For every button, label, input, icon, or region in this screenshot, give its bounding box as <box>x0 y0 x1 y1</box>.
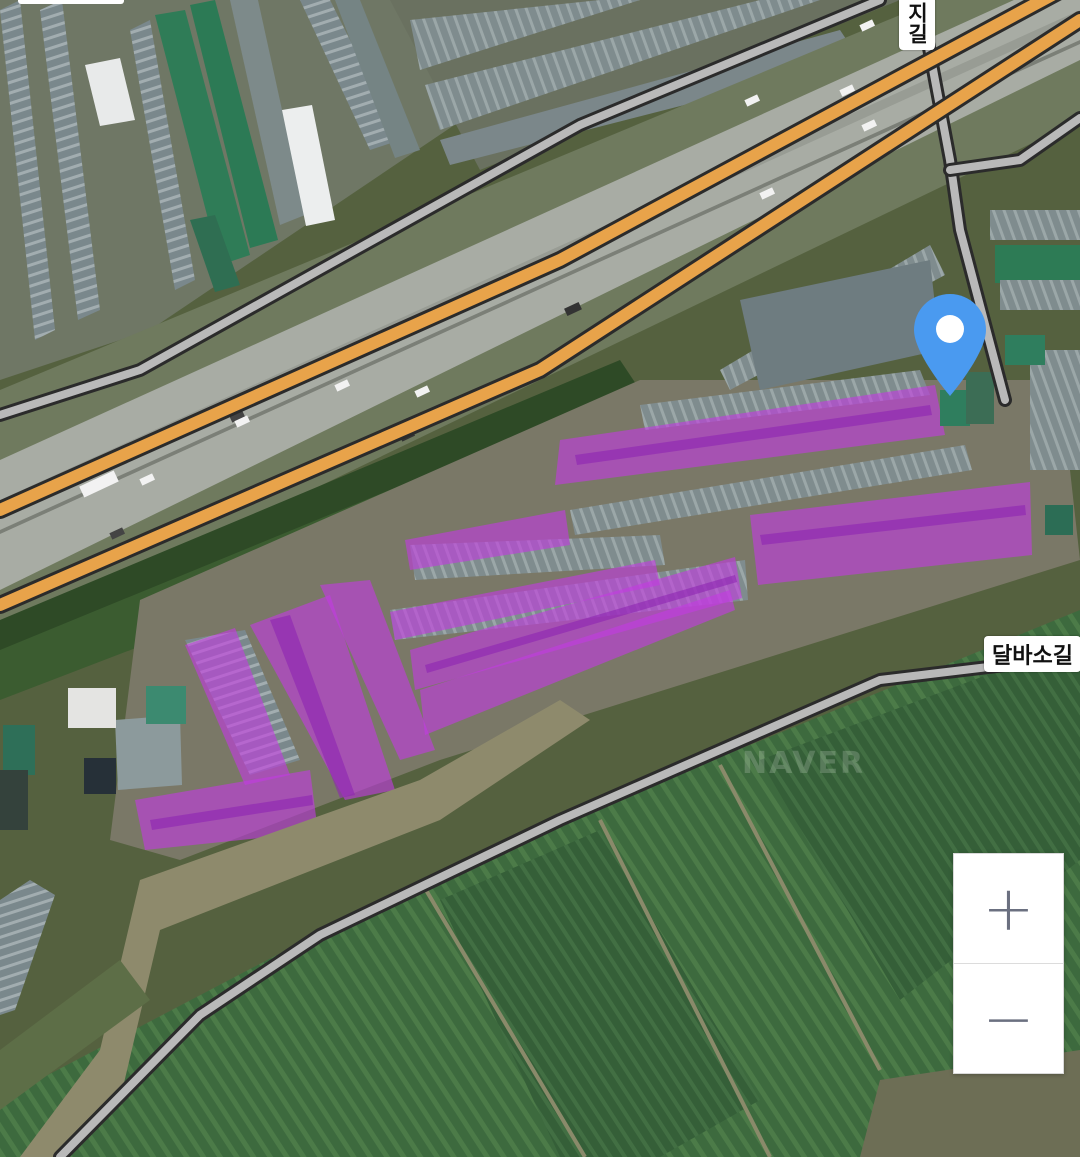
corner-tab <box>18 0 124 4</box>
satellite-map <box>0 0 1080 1157</box>
map-viewport[interactable]: NAVER 지길 달바소길 + − <box>0 0 1080 1157</box>
location-pin-icon[interactable] <box>912 292 988 398</box>
zoom-out-button[interactable]: − <box>954 964 1063 1073</box>
road-label-dalbaso: 달바소길 <box>984 636 1080 672</box>
road-label-vertical: 지길 <box>899 0 935 50</box>
naver-watermark: NAVER <box>742 746 866 781</box>
zoom-in-button[interactable]: + <box>954 854 1063 963</box>
zoom-control: + − <box>953 853 1064 1074</box>
